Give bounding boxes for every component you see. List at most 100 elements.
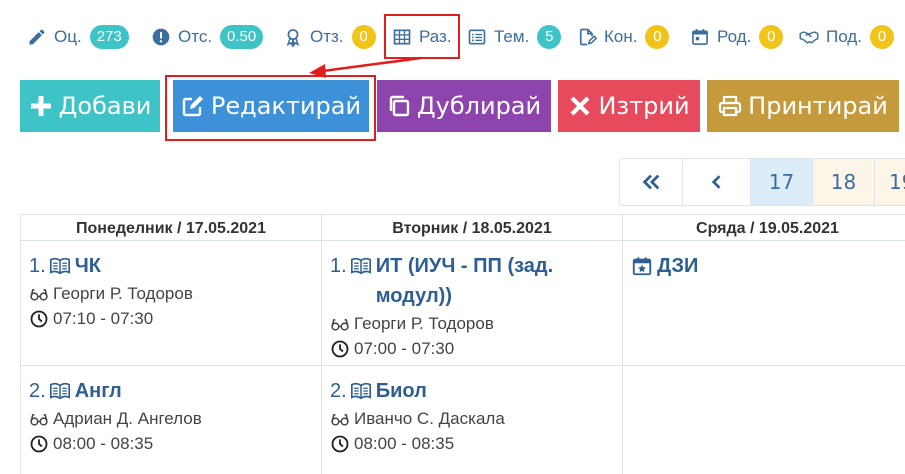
subject-name: ЧК <box>74 255 101 277</box>
book-icon <box>350 255 372 277</box>
teacher-line: Адриан Д. Ангелов <box>29 406 321 431</box>
lesson-number: 2. <box>330 380 347 402</box>
time-line: 07:00 - 07:30 <box>330 336 622 361</box>
add-button[interactable]: Добави <box>20 80 160 132</box>
handshake-icon <box>798 26 820 48</box>
close-icon <box>570 96 590 116</box>
chevron-left-icon <box>711 175 720 189</box>
count-badge: 5 <box>537 25 562 49</box>
event-cell[interactable]: ДЗИ <box>622 241 905 366</box>
tab-highlight-frame <box>384 14 460 59</box>
tab-label: Кон. <box>604 27 638 46</box>
teacher-line: Георги Р. Тодоров <box>330 311 622 336</box>
duplicate-button[interactable]: Дублирай <box>377 80 551 132</box>
lesson-cell[interactable]: 2. Англ Адриан Д. Ангелов 08:00 - 08:35 <box>20 366 321 474</box>
tab-signatures[interactable]: Под. 0 <box>798 24 894 50</box>
teacher-name: Иванчо С. Даскала <box>354 408 505 428</box>
teacher-name: Адриан Д. Ангелов <box>53 408 202 428</box>
empty-cell[interactable] <box>622 366 905 474</box>
tab-label: Оц. <box>54 27 82 46</box>
lesson-time: 07:00 - 07:30 <box>354 338 455 358</box>
file-edit-icon <box>576 26 598 48</box>
printer-icon <box>719 95 742 117</box>
lesson-number: 1. <box>29 255 46 277</box>
time-line: 07:10 - 07:30 <box>29 306 321 331</box>
clock-icon <box>30 310 48 327</box>
exclamation-circle-icon <box>150 26 172 48</box>
time-line: 08:00 - 08:35 <box>330 431 622 456</box>
book-icon <box>350 380 372 402</box>
pencil-icon <box>26 26 48 48</box>
list-icon <box>466 26 488 48</box>
count-badge: 273 <box>89 25 129 49</box>
tab-absences[interactable]: Отс. 0.50 <box>150 24 264 50</box>
lesson-cell[interactable]: 1. ИТ (ИУЧ - ПП (зад. модул)) Георги Р. … <box>321 241 622 366</box>
clock-icon <box>331 340 349 357</box>
plus-icon <box>30 96 51 116</box>
lesson-title: 2. Англ <box>29 376 321 406</box>
award-icon <box>282 26 304 48</box>
page-more[interactable]: 19 <box>875 159 905 205</box>
count-badge: 0.50 <box>220 25 264 49</box>
page-current[interactable]: 17 <box>751 159 813 205</box>
tab-feedback[interactable]: Отз. 0 <box>282 24 376 50</box>
teacher-line: Иванчо С. Даскала <box>330 406 622 431</box>
day-header-monday: Понеделник / 17.05.2021 <box>20 214 321 241</box>
glasses-icon <box>30 288 48 301</box>
glasses-icon <box>30 413 48 426</box>
glasses-icon <box>331 413 349 426</box>
day-header-wednesday: Сряда / 19.05.2021 <box>622 214 905 241</box>
teacher-line: Георги Р. Тодоров <box>29 281 321 306</box>
tab-label: Род. <box>717 27 752 46</box>
calendar-icon <box>689 26 711 48</box>
lesson-cell[interactable]: 1. ЧК Георги Р. Тодоров 07:10 - 07:30 <box>20 241 321 366</box>
tab-grades[interactable]: Оц. 273 <box>26 24 129 50</box>
book-icon <box>49 380 71 402</box>
count-badge: 0 <box>645 25 670 49</box>
copy-icon <box>389 95 410 117</box>
lesson-time: 08:00 - 08:35 <box>53 433 154 453</box>
lesson-title: 1. ЧК <box>29 251 321 281</box>
tab-label: Тем. <box>494 27 530 46</box>
clock-icon <box>331 435 349 452</box>
glasses-icon <box>331 318 349 331</box>
tab-exams[interactable]: Кон. 0 <box>576 24 670 50</box>
lesson-time: 08:00 - 08:35 <box>354 433 455 453</box>
clock-icon <box>30 435 48 452</box>
lesson-title: 1. ИТ (ИУЧ - ПП (зад. модул)) <box>330 251 622 311</box>
prev-page-button[interactable] <box>683 159 751 205</box>
duplicate-button-label: Дублирай <box>416 92 542 120</box>
edit-highlight-frame <box>165 75 376 141</box>
tab-label: Под. <box>826 27 862 46</box>
delete-button[interactable]: Изтрий <box>558 80 700 132</box>
print-button-label: Принтирай <box>748 92 888 120</box>
day-header-tuesday: Вторник / 18.05.2021 <box>321 214 622 241</box>
page-next[interactable]: 18 <box>813 159 875 205</box>
count-badge: 0 <box>759 25 784 49</box>
event-name: ДЗИ <box>657 255 699 277</box>
double-chevron-left-icon <box>642 174 660 190</box>
book-icon <box>49 255 71 277</box>
lesson-number: 1. <box>330 255 347 277</box>
print-button[interactable]: Принтирай <box>707 80 899 132</box>
lesson-number: 2. <box>29 380 46 402</box>
teacher-name: Георги Р. Тодоров <box>53 283 193 303</box>
first-page-button[interactable] <box>620 159 683 205</box>
subject-name: Биол <box>375 380 427 402</box>
lesson-title: 2. Биол <box>330 376 622 406</box>
subject-name: Англ <box>74 380 122 402</box>
lesson-cell[interactable]: 2. Биол Иванчо С. Даскала 08:00 - 08:35 <box>321 366 622 474</box>
tab-parents[interactable]: Род. 0 <box>689 24 784 50</box>
lesson-time: 07:10 - 07:30 <box>53 308 154 328</box>
delete-button-label: Изтрий <box>598 92 690 120</box>
tab-topics[interactable]: Тем. 5 <box>466 24 562 50</box>
subject-name: ИТ (ИУЧ - ПП (зад. модул)) <box>375 255 554 307</box>
time-line: 08:00 - 08:35 <box>29 431 321 456</box>
count-badge: 0 <box>351 25 376 49</box>
tab-label: Отз. <box>310 27 344 46</box>
count-badge: 0 <box>869 25 894 49</box>
add-button-label: Добави <box>58 92 152 120</box>
event-title: ДЗИ <box>631 251 905 281</box>
teacher-name: Георги Р. Тодоров <box>354 313 494 333</box>
tab-label: Отс. <box>178 27 213 46</box>
